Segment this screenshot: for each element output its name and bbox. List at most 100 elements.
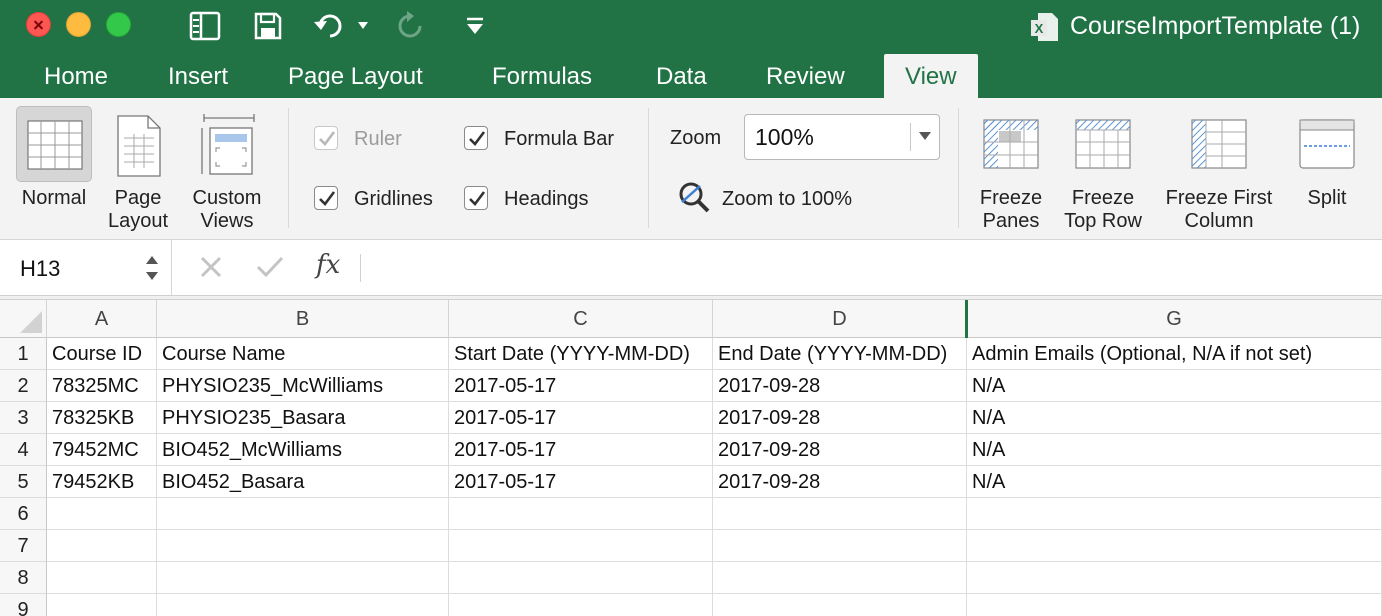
sidebar-toggle-icon[interactable]: [188, 10, 222, 42]
row-header[interactable]: 4: [0, 434, 47, 466]
undo-icon[interactable]: [312, 10, 372, 42]
column-header-d[interactable]: D: [713, 300, 967, 338]
column-header-a[interactable]: A: [47, 300, 157, 338]
row-header[interactable]: 2: [0, 370, 47, 402]
cell-b3[interactable]: PHYSIO235_Basara: [157, 402, 449, 434]
cell-d5[interactable]: 2017-09-28: [713, 466, 967, 498]
cell-c9[interactable]: [449, 594, 713, 616]
normal-view-button[interactable]: [16, 106, 92, 182]
name-box-stepper-icon[interactable]: [144, 248, 160, 288]
freeze-top-row-icon[interactable]: [1074, 118, 1132, 170]
customize-toolbar-icon[interactable]: [462, 10, 488, 42]
gridlines-checkbox[interactable]: [314, 186, 338, 210]
cell-d8[interactable]: [713, 562, 967, 594]
name-box[interactable]: H13: [0, 240, 172, 296]
cell-d2[interactable]: 2017-09-28: [713, 370, 967, 402]
cell-a1[interactable]: Course ID: [47, 338, 157, 370]
cell-c1[interactable]: Start Date (YYYY-MM-DD): [449, 338, 713, 370]
tab-data[interactable]: Data: [656, 52, 707, 98]
cell-c5[interactable]: 2017-05-17: [449, 466, 713, 498]
cell-g3[interactable]: N/A: [967, 402, 1382, 434]
cell-d6[interactable]: [713, 498, 967, 530]
cell-a8[interactable]: [47, 562, 157, 594]
tab-view[interactable]: View: [884, 54, 978, 98]
ribbon: Normal Page Layout Custom Views Ruler Fo…: [0, 98, 1382, 240]
cell-c4[interactable]: 2017-05-17: [449, 434, 713, 466]
zoom-dropdown[interactable]: 100%: [744, 114, 940, 160]
tab-review[interactable]: Review: [766, 52, 845, 98]
tab-insert[interactable]: Insert: [168, 52, 228, 98]
column-header-g[interactable]: G: [967, 300, 1382, 338]
row-header[interactable]: 6: [0, 498, 47, 530]
cell-b2[interactable]: PHYSIO235_McWilliams: [157, 370, 449, 402]
cell-d9[interactable]: [713, 594, 967, 616]
cell-a2[interactable]: 78325MC: [47, 370, 157, 402]
freeze-panes-label-1: Freeze: [979, 187, 1043, 209]
custom-views-icon[interactable]: [196, 112, 262, 182]
headings-checkbox[interactable]: [464, 186, 488, 210]
freeze-top-row-label-2: Top Row: [1064, 210, 1142, 232]
cell-b6[interactable]: [157, 498, 449, 530]
cell-g9[interactable]: [967, 594, 1382, 616]
zoom-window-button[interactable]: [106, 12, 131, 37]
cell-g5[interactable]: N/A: [967, 466, 1382, 498]
worksheet-grid[interactable]: A B C D G 1 Course ID Course Name Start Dat…: [0, 296, 1382, 616]
window-title: CourseImportTemplate (1): [1070, 12, 1361, 40]
cell-c8[interactable]: [449, 562, 713, 594]
cell-a4[interactable]: 79452MC: [47, 434, 157, 466]
cell-a5[interactable]: 79452KB: [47, 466, 157, 498]
freeze-panes-icon[interactable]: [982, 118, 1040, 170]
page-layout-icon[interactable]: [108, 112, 168, 182]
cell-c3[interactable]: 2017-05-17: [449, 402, 713, 434]
cell-d7[interactable]: [713, 530, 967, 562]
cell-b7[interactable]: [157, 530, 449, 562]
formula-bar-checkbox[interactable]: [464, 126, 488, 150]
tab-formulas[interactable]: Formulas: [492, 52, 592, 98]
zoom-to-100-button[interactable]: Zoom to 100%: [722, 188, 852, 211]
zoom-to-100-icon[interactable]: [676, 180, 712, 216]
split-icon[interactable]: [1298, 118, 1356, 170]
cell-b1[interactable]: Course Name: [157, 338, 449, 370]
insert-function-button[interactable]: fx: [316, 250, 340, 280]
ribbon-separator: [288, 108, 289, 228]
cell-a6[interactable]: [47, 498, 157, 530]
cell-b9[interactable]: [157, 594, 449, 616]
cell-a7[interactable]: [47, 530, 157, 562]
cell-b4[interactable]: BIO452_McWilliams: [157, 434, 449, 466]
cell-b5[interactable]: BIO452_Basara: [157, 466, 449, 498]
cell-g1[interactable]: Admin Emails (Optional, N/A if not set): [967, 338, 1382, 370]
formula-input[interactable]: [372, 248, 1362, 288]
cell-g8[interactable]: [967, 562, 1382, 594]
freeze-first-column-icon[interactable]: [1190, 118, 1248, 170]
select-all-button[interactable]: [0, 300, 47, 338]
cell-d3[interactable]: 2017-09-28: [713, 402, 967, 434]
cell-g2[interactable]: N/A: [967, 370, 1382, 402]
cell-b8[interactable]: [157, 562, 449, 594]
close-window-button[interactable]: [26, 12, 51, 37]
column-header-b[interactable]: B: [157, 300, 449, 338]
cell-g6[interactable]: [967, 498, 1382, 530]
cell-a3[interactable]: 78325KB: [47, 402, 157, 434]
cell-d1[interactable]: End Date (YYYY-MM-DD): [713, 338, 967, 370]
row-header[interactable]: 7: [0, 530, 47, 562]
tab-home[interactable]: Home: [44, 52, 108, 98]
tab-page-layout[interactable]: Page Layout: [288, 52, 423, 98]
cell-d4[interactable]: 2017-09-28: [713, 434, 967, 466]
row-header[interactable]: 9: [0, 594, 47, 616]
split-label: Split: [1307, 187, 1347, 209]
row-header[interactable]: 5: [0, 466, 47, 498]
cell-g4[interactable]: N/A: [967, 434, 1382, 466]
cell-a9[interactable]: [47, 594, 157, 616]
row-header[interactable]: 3: [0, 402, 47, 434]
column-header-c[interactable]: C: [449, 300, 713, 338]
name-box-value: H13: [20, 256, 61, 281]
save-icon[interactable]: [252, 10, 284, 42]
ruler-checkbox: [314, 126, 338, 150]
cell-c7[interactable]: [449, 530, 713, 562]
cell-g7[interactable]: [967, 530, 1382, 562]
cell-c2[interactable]: 2017-05-17: [449, 370, 713, 402]
cell-c6[interactable]: [449, 498, 713, 530]
minimize-window-button[interactable]: [66, 12, 91, 37]
row-header[interactable]: 1: [0, 338, 47, 370]
row-header[interactable]: 8: [0, 562, 47, 594]
